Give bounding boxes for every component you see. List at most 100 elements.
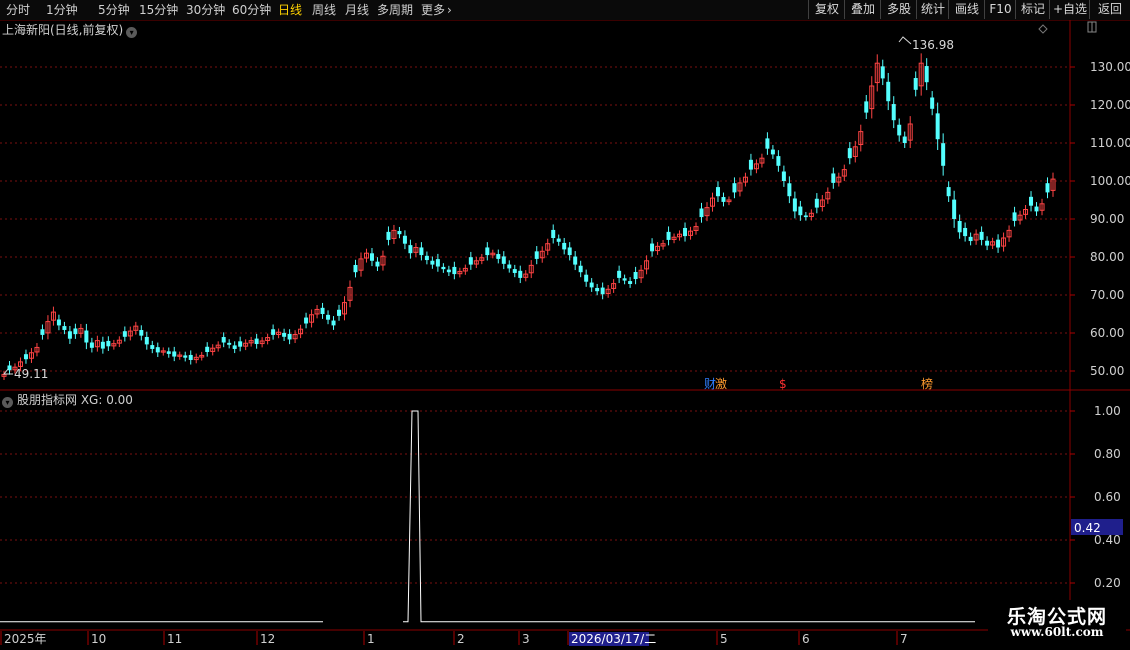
watermark-url: www.60lt.com bbox=[1010, 625, 1104, 639]
high-arrow-icon bbox=[898, 36, 912, 45]
candle-body bbox=[320, 307, 325, 314]
candle-body bbox=[633, 271, 638, 280]
candle-body bbox=[622, 278, 627, 281]
candle-body bbox=[595, 287, 600, 292]
candle-body bbox=[957, 220, 962, 233]
candle-body bbox=[326, 314, 331, 320]
candle-body bbox=[1045, 183, 1050, 193]
candle-body bbox=[232, 345, 237, 349]
candle-body bbox=[282, 332, 287, 337]
date-label: 2 bbox=[457, 632, 465, 646]
candle-body bbox=[699, 208, 704, 218]
candle-body bbox=[798, 206, 803, 216]
candle-body bbox=[897, 124, 902, 136]
candle-body bbox=[781, 171, 786, 181]
candle-body bbox=[683, 227, 688, 237]
candle-body bbox=[666, 231, 671, 240]
event-markers: 财激 $ 榜 bbox=[704, 376, 933, 391]
candle-body bbox=[941, 143, 946, 166]
date-label: 5 bbox=[720, 632, 728, 646]
indicator-tick-label: 0.60 bbox=[1094, 490, 1121, 504]
candle-body bbox=[518, 270, 523, 278]
candle-body bbox=[238, 341, 243, 347]
candle-body bbox=[880, 66, 885, 79]
candle-body bbox=[496, 254, 501, 259]
candle-body bbox=[408, 245, 413, 254]
candle-body bbox=[139, 330, 144, 336]
candle-body bbox=[452, 266, 457, 275]
high-price-label: 136.98 bbox=[912, 38, 954, 52]
candle-body bbox=[501, 256, 506, 264]
candle-body bbox=[155, 347, 160, 353]
candle-body bbox=[584, 274, 589, 282]
candle-body bbox=[62, 326, 67, 330]
indicator-tick-label: 0.40 bbox=[1094, 533, 1121, 547]
price-tick-label: 130.00 bbox=[1090, 60, 1130, 74]
candle-body bbox=[1012, 212, 1017, 221]
candle-body bbox=[67, 331, 72, 339]
date-label: 1 bbox=[367, 632, 375, 646]
candle-body bbox=[183, 355, 188, 358]
price-tick-label: 100.00 bbox=[1090, 174, 1130, 188]
xg-line-spike bbox=[403, 410, 975, 623]
candle-body bbox=[952, 199, 957, 219]
candle-body bbox=[227, 342, 232, 345]
candle-body bbox=[650, 243, 655, 252]
price-tick-label: 90.00 bbox=[1090, 212, 1124, 226]
candle-body bbox=[847, 148, 852, 159]
price-tick-label: 60.00 bbox=[1090, 326, 1124, 340]
candle-body bbox=[886, 81, 891, 102]
candle-body bbox=[397, 230, 402, 235]
candle-body bbox=[776, 156, 781, 166]
diamond-icon[interactable] bbox=[1038, 24, 1048, 34]
candle-body bbox=[446, 269, 451, 273]
date-label: 12 bbox=[260, 632, 275, 646]
candle-body bbox=[770, 149, 775, 155]
candle-body bbox=[979, 231, 984, 240]
candle-body bbox=[902, 136, 907, 143]
watermark: 乐淘公式网 www.60lt.com bbox=[988, 600, 1126, 644]
candle-body bbox=[715, 187, 720, 197]
date-label: 2026/03/17/二 bbox=[571, 632, 656, 646]
candle-body bbox=[424, 255, 429, 261]
indicator-tick-label: 0.20 bbox=[1094, 576, 1121, 590]
candle-body bbox=[84, 330, 89, 343]
candle-body bbox=[556, 238, 561, 242]
candle-body bbox=[369, 253, 374, 261]
candle-body bbox=[441, 266, 446, 270]
candle-body bbox=[628, 281, 633, 284]
candle-body bbox=[748, 159, 753, 170]
candle-body bbox=[221, 337, 226, 343]
kline-chart[interactable]: 130.00 120.00 110.00 100.00 90.00 80.00 70.00 6… bbox=[0, 0, 1130, 650]
candle-body bbox=[23, 354, 28, 360]
price-tick-label: 110.00 bbox=[1090, 136, 1130, 150]
candle-body bbox=[600, 287, 605, 295]
candle-body bbox=[803, 215, 808, 218]
candle-body bbox=[1034, 206, 1039, 212]
date-label: 11 bbox=[167, 632, 182, 646]
price-grid bbox=[0, 66, 1070, 372]
candle-body bbox=[891, 104, 896, 121]
price-tick-label: 70.00 bbox=[1090, 288, 1124, 302]
date-axis: 2025年 10 11 12 1 2 3 2026/03/17/二 5 6 7 bbox=[0, 631, 908, 646]
candle-body bbox=[864, 101, 869, 113]
candle-body bbox=[205, 346, 210, 352]
candle-body bbox=[150, 345, 155, 349]
candle-body bbox=[166, 351, 171, 354]
candle-body bbox=[375, 261, 380, 267]
date-label: 2025年 bbox=[4, 632, 47, 646]
candle-body bbox=[188, 354, 193, 360]
candle-body bbox=[402, 235, 407, 244]
date-label: 7 bbox=[900, 632, 908, 646]
candle-body bbox=[254, 338, 259, 345]
candle-body bbox=[353, 264, 358, 273]
candle-body bbox=[589, 282, 594, 288]
candle-body bbox=[578, 265, 583, 273]
event-marker: $ bbox=[779, 377, 787, 391]
candle-body bbox=[792, 198, 797, 212]
date-label: 3 bbox=[522, 632, 530, 646]
candle-body bbox=[106, 340, 111, 347]
candle-body bbox=[935, 113, 940, 140]
event-marker: 激 bbox=[715, 377, 727, 391]
candle-body bbox=[913, 78, 918, 90]
